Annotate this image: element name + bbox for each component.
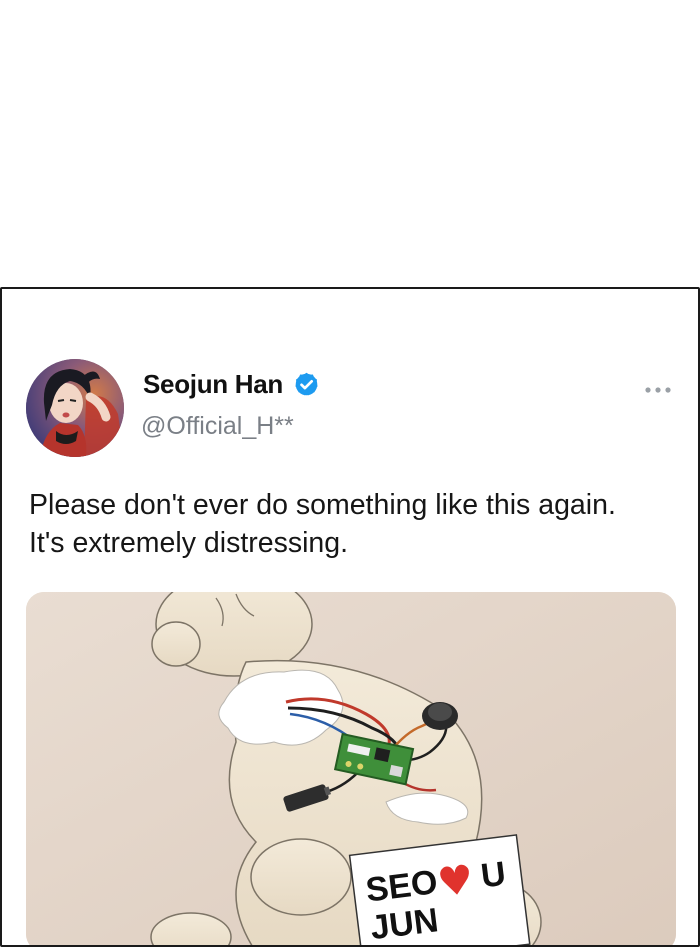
tweet-media-image[interactable]: SEO ♥ U JUN <box>26 592 676 947</box>
sign-text-jun: JUN <box>368 901 440 947</box>
display-name[interactable]: Seojun Han <box>143 369 283 400</box>
tweet-text-line: Please don't ever do something like this… <box>29 489 616 521</box>
avatar[interactable] <box>26 359 124 457</box>
tweet-card: Seojun Han @Official_H** Please don't ev… <box>0 287 700 947</box>
sign-text-u: U <box>479 855 508 896</box>
avatar-image <box>26 359 124 457</box>
blank-top-area <box>0 0 700 287</box>
torn-teddy-bear-image: SEO ♥ U JUN <box>26 592 676 947</box>
sign-heart: ♥ <box>435 857 476 907</box>
more-horizontal-icon[interactable] <box>643 383 675 395</box>
tweet-text-line: It's extremely distressing. <box>29 527 349 559</box>
user-handle[interactable]: @Official_H** <box>141 412 294 441</box>
tweet-text: Please don't ever do something like this… <box>29 486 689 562</box>
display-name-row: Seojun Han <box>143 366 320 402</box>
verified-badge-icon <box>293 371 320 398</box>
